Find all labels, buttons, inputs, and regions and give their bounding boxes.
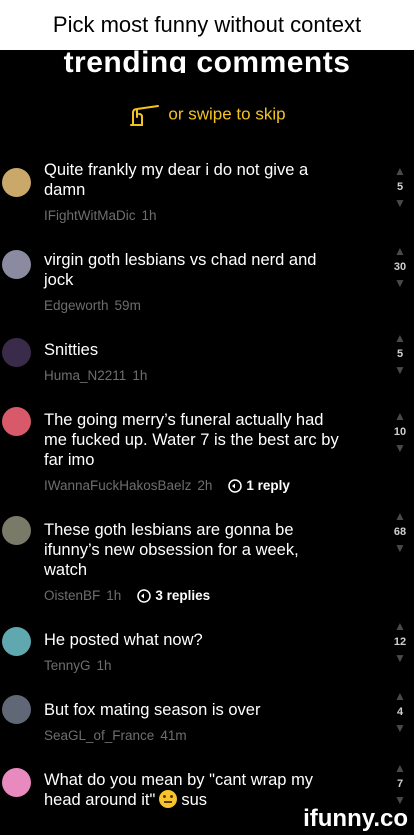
upvote-icon[interactable]: ▲ (386, 620, 414, 632)
comment-username[interactable]: Huma_N2211 (44, 368, 126, 383)
comment-text: These goth lesbians are gonna be ifunny’… (44, 521, 299, 579)
comment-item[interactable]: These goth lesbians are gonna be ifunny’… (0, 510, 414, 630)
upvote-icon[interactable]: ▲ (386, 245, 414, 257)
vote-count: 5 (396, 348, 404, 360)
comment-username[interactable]: Edgeworth (44, 298, 109, 313)
comment-text: He posted what now? (44, 631, 203, 649)
meme-caption: Pick most funny without context (0, 0, 414, 50)
vote-control: ▲ 12 ▼ (386, 620, 414, 664)
reply-icon (137, 588, 152, 603)
vote-count: 7 (396, 778, 404, 790)
comment-time: 1h (132, 368, 148, 383)
vote-control: ▲ 7 ▼ (386, 762, 414, 806)
upvote-icon[interactable]: ▲ (386, 762, 414, 774)
comment-item[interactable]: Snitties Huma_N2211 1h ▲ 5 ▼ (0, 332, 414, 410)
avatar[interactable] (2, 768, 31, 797)
vote-control: ▲ 5 ▼ (386, 165, 414, 209)
comment-text: virgin goth lesbians vs chad nerd and jo… (44, 251, 317, 289)
ifunny-watermark: ifunny.co (303, 805, 408, 832)
comment-text: But fox mating season is over (44, 701, 261, 719)
comment-time: 1h (141, 208, 157, 223)
upvote-icon[interactable]: ▲ (386, 690, 414, 702)
avatar[interactable] (2, 695, 31, 724)
comment-text: The going merry’s funeral actually had m… (44, 411, 339, 469)
comment-text: Snitties (44, 341, 99, 359)
avatar[interactable] (2, 516, 31, 545)
downvote-icon[interactable]: ▼ (386, 442, 414, 454)
comment-item[interactable]: virgin goth lesbians vs chad nerd and jo… (0, 245, 414, 340)
comment-item[interactable]: Quite frankly my dear i do not give a da… (0, 160, 414, 250)
comment-username[interactable]: TennyG (44, 658, 91, 673)
downvote-icon[interactable]: ▼ (386, 722, 414, 734)
avatar[interactable] (2, 168, 31, 197)
comment-text: Quite frankly my dear i do not give a da… (44, 161, 309, 199)
vote-count: 4 (396, 706, 404, 718)
avatar[interactable] (2, 407, 31, 436)
swipe-hint: or swipe to skip (0, 103, 414, 127)
downvote-icon[interactable]: ▼ (386, 364, 414, 376)
reply-icon (228, 478, 243, 493)
vote-count: 12 (393, 636, 407, 648)
downvote-icon[interactable]: ▼ (386, 652, 414, 664)
vote-control: ▲ 30 ▼ (386, 245, 414, 289)
comment-username[interactable]: IFightWitMaDic (44, 208, 136, 223)
vote-control: ▲ 68 ▼ (386, 510, 414, 554)
swipe-hand-icon (130, 105, 160, 126)
grimace-emoji-icon (159, 790, 178, 808)
comment-list: Quite frankly my dear i do not give a da… (0, 160, 414, 830)
swipe-hint-text: or swipe to skip (168, 104, 286, 124)
downvote-icon[interactable]: ▼ (386, 542, 414, 554)
avatar[interactable] (2, 627, 31, 656)
downvote-icon[interactable]: ▼ (386, 197, 414, 209)
replies-button[interactable]: 1 reply (228, 478, 290, 493)
vote-count: 68 (393, 526, 407, 538)
vote-control: ▲ 10 ▼ (386, 410, 414, 454)
vote-count: 30 (393, 261, 407, 273)
vote-control: ▲ 5 ▼ (386, 332, 414, 376)
vote-count: 10 (393, 426, 407, 438)
comment-item[interactable]: The going merry’s funeral actually had m… (0, 407, 414, 520)
comment-username[interactable]: OistenBF (44, 588, 100, 603)
downvote-icon[interactable]: ▼ (386, 277, 414, 289)
comment-username[interactable]: IWannaFuckHakosBaelz (44, 478, 191, 493)
replies-button[interactable]: 3 replies (137, 588, 210, 603)
comment-time: 2h (197, 478, 213, 493)
comment-item[interactable]: He posted what now? TennyG 1h ▲ 12 ▼ (0, 620, 414, 700)
comment-time: 1h (96, 658, 112, 673)
avatar[interactable] (2, 250, 31, 279)
comment-time: 59m (114, 298, 141, 313)
comment-text: What do you mean by "cant wrap my head a… (44, 771, 314, 809)
upvote-icon[interactable]: ▲ (386, 332, 414, 344)
upvote-icon[interactable]: ▲ (386, 165, 414, 177)
avatar[interactable] (2, 338, 31, 367)
comment-username[interactable]: SeaGL_of_France (44, 728, 154, 743)
comment-time: 1h (106, 588, 122, 603)
upvote-icon[interactable]: ▲ (386, 410, 414, 422)
comment-time: 41m (160, 728, 187, 743)
upvote-icon[interactable]: ▲ (386, 510, 414, 522)
vote-count: 5 (396, 181, 404, 193)
comment-item[interactable]: But fox mating season is over SeaGL_of_F… (0, 690, 414, 770)
vote-control: ▲ 4 ▼ (386, 690, 414, 734)
